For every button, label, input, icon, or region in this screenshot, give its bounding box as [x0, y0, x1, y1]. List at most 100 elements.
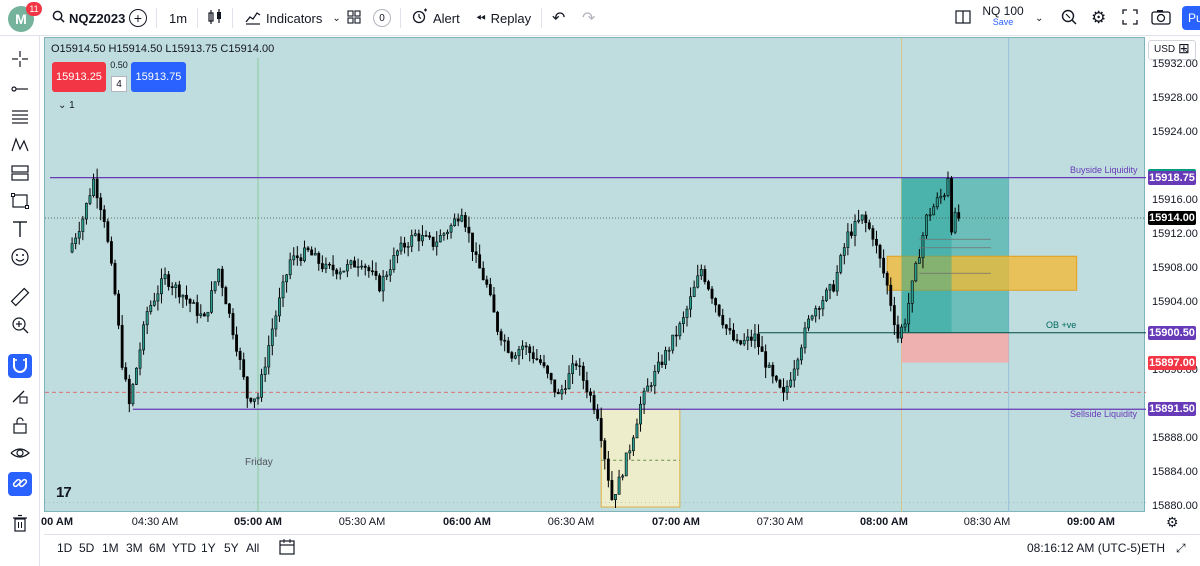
time-tick: 05:00 AM: [234, 516, 282, 528]
candle-down: [124, 367, 128, 380]
redo-button[interactable]: ↷: [582, 0, 595, 36]
candle-up: [639, 403, 642, 425]
candle-down: [749, 336, 753, 341]
range-button-5d[interactable]: 5D: [79, 541, 94, 555]
trend-line-tool[interactable]: [8, 78, 32, 102]
candle-down: [739, 340, 743, 345]
clock-timezone-button[interactable]: 08:16:12 AM (UTC-5): [1027, 541, 1141, 555]
range-button-1d[interactable]: 1D: [57, 541, 72, 555]
candle-up: [199, 313, 203, 316]
stay-drawing-tool[interactable]: [8, 384, 32, 408]
alert-button[interactable]: Alert: [411, 0, 460, 36]
compare-button[interactable]: +: [129, 0, 147, 36]
fib-tool[interactable]: [8, 106, 32, 130]
sell-button[interactable]: 15913.25: [52, 62, 106, 92]
goto-date-button[interactable]: [278, 538, 296, 559]
magnet-tool[interactable]: [8, 354, 32, 378]
candle-up: [685, 308, 689, 318]
replay-button[interactable]: ⏪︎ Replay: [476, 0, 531, 36]
candle-up: [628, 450, 632, 454]
maximize-panel-button[interactable]: ⤢: [1176, 541, 1186, 556]
candle-up: [270, 328, 274, 346]
ruler-icon: [10, 287, 30, 310]
candle-up: [313, 253, 317, 256]
candle-up: [160, 278, 163, 295]
lock-drawings-tool[interactable]: [8, 414, 32, 438]
candle-up: [342, 270, 346, 273]
candle-up: [435, 241, 439, 247]
range-button-3m[interactable]: 3M: [126, 541, 143, 555]
settings-button[interactable]: ⚙: [1091, 0, 1106, 36]
layouts-button[interactable]: [347, 0, 361, 36]
shape-tool[interactable]: [8, 190, 32, 214]
candle-down: [728, 328, 732, 331]
candle-down: [721, 315, 725, 326]
candle-up: [388, 269, 392, 276]
icon-tool[interactable]: [8, 246, 32, 270]
interval-button[interactable]: 1m: [169, 0, 187, 36]
candle-up: [138, 349, 142, 369]
indicators-button[interactable]: Indicators ⌄: [245, 0, 341, 36]
buy-button[interactable]: 15913.75: [131, 62, 186, 92]
range-button-ytd[interactable]: YTD: [172, 541, 196, 555]
fullscreen-button[interactable]: [1122, 0, 1138, 36]
quantity-field[interactable]: 4: [111, 76, 127, 92]
hide-drawings-tool[interactable]: [8, 442, 32, 466]
indicators-collapse-toggle[interactable]: ⌄ 1: [58, 100, 75, 111]
candle-up: [932, 206, 936, 216]
candle-up: [621, 475, 625, 478]
layout-menu-button[interactable]: ⌄: [1035, 0, 1043, 36]
range-button-6m[interactable]: 6M: [149, 541, 166, 555]
candle-down: [717, 304, 721, 316]
zoom-in-icon: [10, 315, 30, 338]
price-level-label: 15891.50: [1148, 402, 1196, 417]
candle-down: [885, 272, 889, 286]
quick-search-button[interactable]: [1060, 0, 1078, 36]
range-button-all[interactable]: All: [246, 541, 259, 555]
symbol-search-button[interactable]: NQZ2023: [52, 0, 125, 36]
layout-panel-button[interactable]: [955, 0, 971, 36]
crosshair-tool[interactable]: [8, 48, 32, 72]
candle-up: [699, 269, 703, 277]
candle-down: [603, 440, 607, 460]
remove-drawings-tool[interactable]: [8, 512, 32, 536]
session-button[interactable]: ETH: [1141, 541, 1165, 555]
candle-up: [88, 195, 92, 204]
time-tick: 07:00 AM: [652, 516, 700, 528]
sync-drawings-tool[interactable]: [8, 472, 32, 496]
layout-name-button[interactable]: NQ 100 Save: [980, 5, 1026, 31]
add-pane-icon[interactable]: ⊞: [1178, 40, 1190, 57]
divider: [197, 8, 198, 28]
candle-up: [181, 294, 185, 298]
text-tool[interactable]: [8, 218, 32, 242]
candle-up: [385, 274, 389, 277]
forecast-tool[interactable]: [8, 162, 32, 186]
candle-down: [674, 334, 678, 337]
candle-up: [406, 245, 410, 248]
price-tick: 15880.00: [1152, 500, 1198, 512]
candle-down: [185, 294, 188, 300]
candle-up: [853, 221, 857, 236]
chart-pane[interactable]: [44, 37, 1146, 513]
candle-up: [649, 385, 653, 387]
candle-down: [117, 293, 120, 326]
range-button-1y[interactable]: 1Y: [201, 541, 216, 555]
chart-type-button[interactable]: [207, 0, 223, 36]
chart-settings-icon[interactable]: ⚙: [1166, 514, 1179, 531]
pattern-tool[interactable]: [8, 134, 32, 158]
rewind-icon: ⏪︎: [476, 10, 486, 25]
candle-up: [935, 197, 939, 208]
candle-down: [581, 365, 585, 381]
candle-up: [860, 214, 864, 221]
zoom-tool[interactable]: [8, 314, 32, 338]
publish-button[interactable]: Pu: [1182, 6, 1200, 30]
candle-up: [846, 231, 850, 248]
range-button-5y[interactable]: 5Y: [224, 541, 239, 555]
snapshot-button[interactable]: [1151, 0, 1171, 36]
candle-down: [528, 346, 532, 354]
candle-up: [253, 398, 256, 402]
range-button-1m[interactable]: 1M: [102, 541, 119, 555]
undo-button[interactable]: ↶: [552, 0, 565, 36]
price-tick: 15924.00: [1152, 126, 1198, 138]
measure-tool[interactable]: [8, 286, 32, 310]
